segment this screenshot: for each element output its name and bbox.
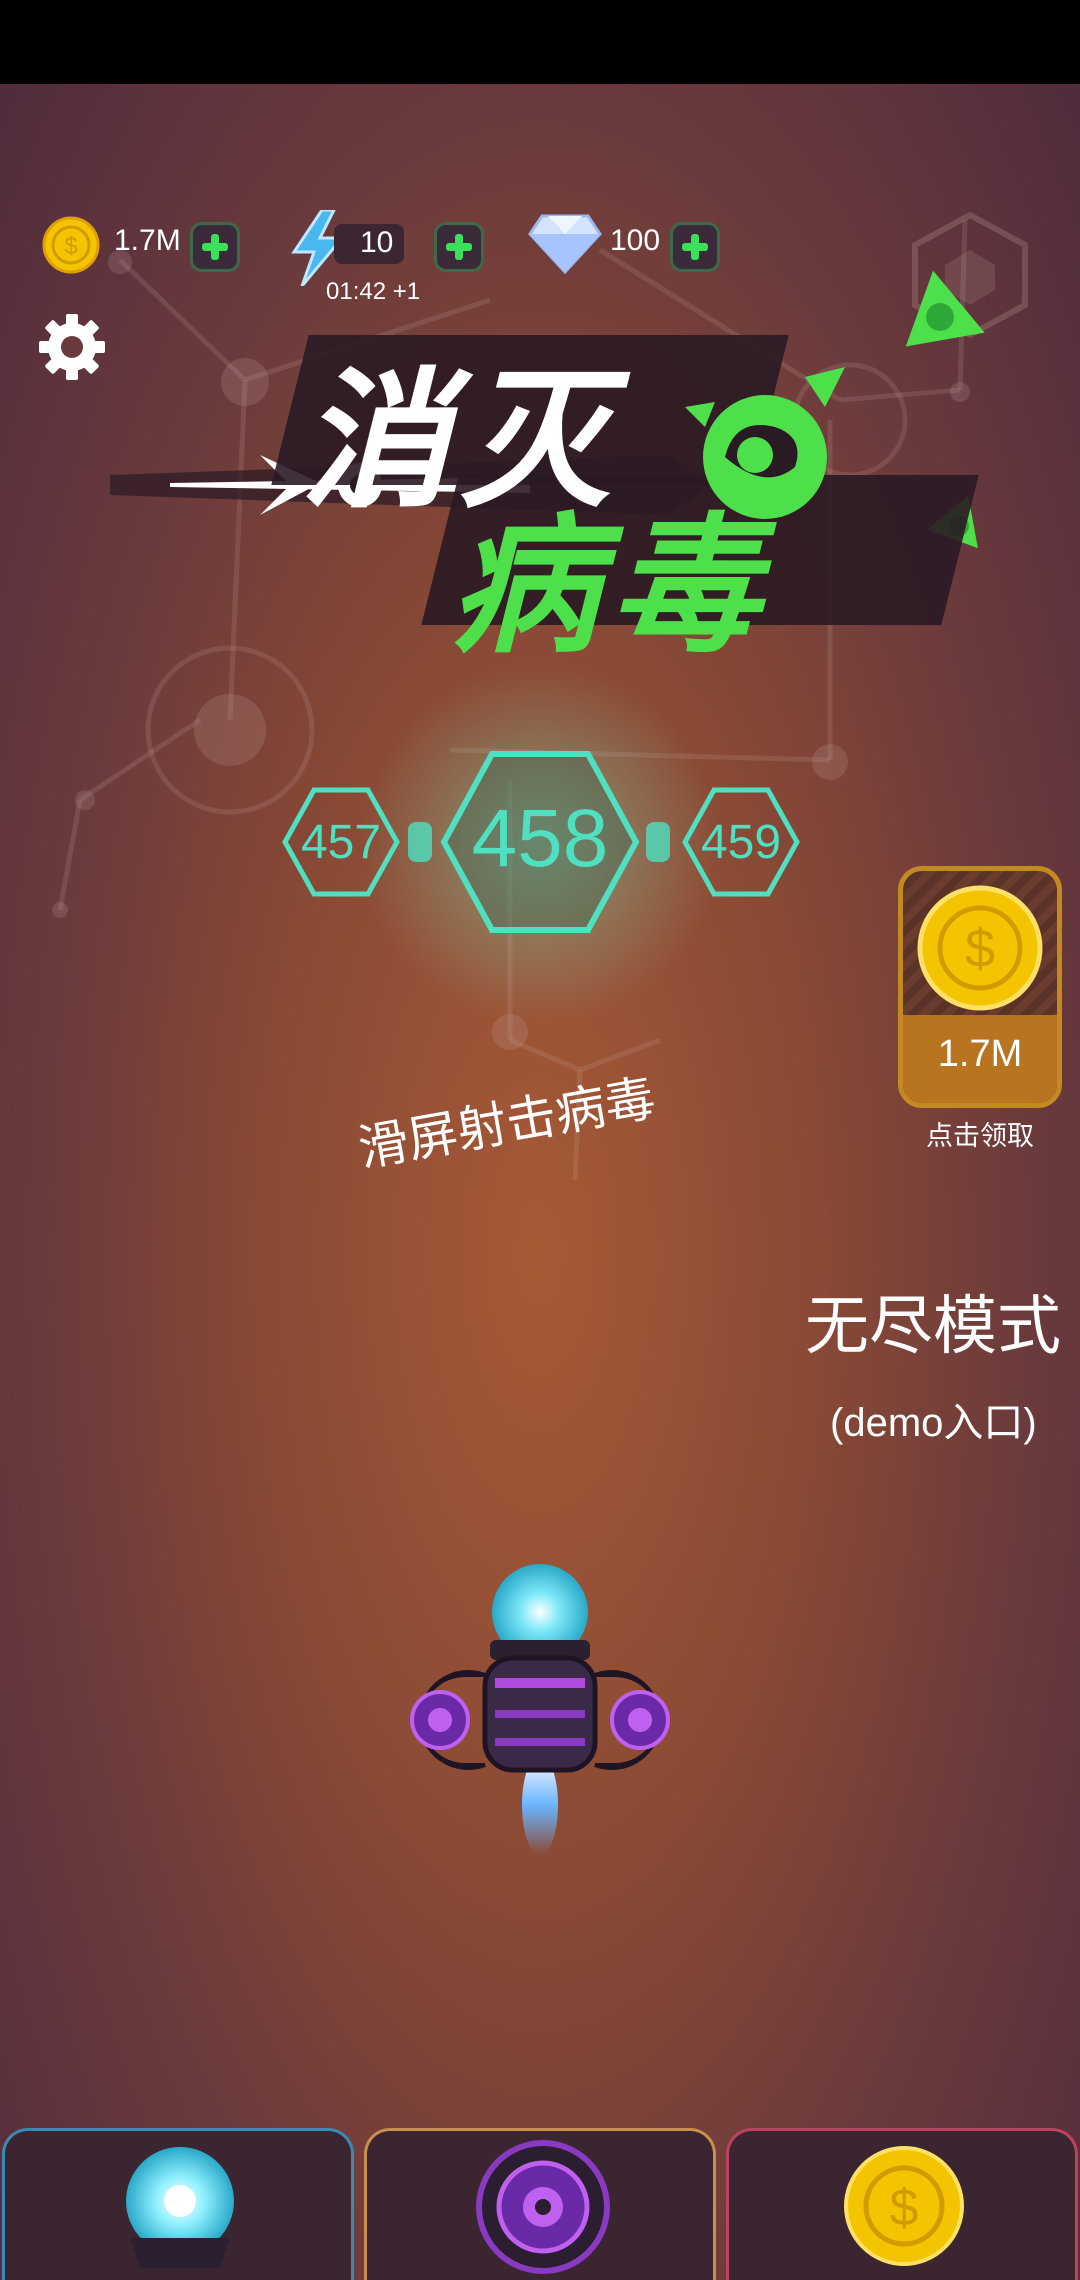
coin-resource: $ 1.7M	[42, 210, 242, 280]
endless-mode-subtitle[interactable]: (demo入口)	[830, 1390, 1037, 1448]
coin-icon: $	[917, 885, 1043, 1011]
level-connector	[408, 822, 432, 862]
gem-resource: 100	[528, 210, 738, 280]
bottom-tab-bar: $	[0, 2128, 1080, 2280]
svg-text:$: $	[64, 233, 77, 260]
game-logo: 消灭 病毒	[110, 325, 979, 675]
endless-mode-title[interactable]: 无尽模式	[805, 1275, 1061, 1367]
diamond-icon	[528, 214, 602, 274]
coin-icon: $	[42, 216, 100, 274]
gem-count: 100	[610, 224, 661, 257]
tab-ship[interactable]	[2, 2128, 354, 2280]
level-next[interactable]: 459	[682, 787, 800, 897]
coin-reward-amount: 1.7M	[937, 1033, 1023, 1075]
tab-shop[interactable]: $	[726, 2128, 1078, 2280]
svg-text:$: $	[965, 919, 995, 979]
level-prev-number: 457	[300, 816, 382, 869]
spaceship[interactable]	[390, 1560, 690, 1860]
coin-reward-card[interactable]: $ 1.7M	[898, 866, 1062, 1108]
svg-text:$: $	[890, 2179, 919, 2237]
energy-resource: 10 01:42 +1	[288, 210, 488, 320]
add-coins-button[interactable]	[190, 222, 240, 272]
coin-icon: $	[844, 2146, 964, 2266]
gear-icon[interactable]	[37, 312, 107, 382]
level-current[interactable]: 458	[440, 750, 640, 934]
add-energy-button[interactable]	[434, 222, 484, 272]
level-connector	[646, 822, 670, 862]
level-current-number: 458	[471, 793, 609, 884]
status-bar	[0, 0, 1080, 84]
level-prev[interactable]: 457	[282, 787, 400, 897]
tab-weapon[interactable]	[364, 2128, 716, 2280]
coin-count: 1.7M	[114, 224, 181, 257]
game-screen: { "resources": { "coins": "1.7M", "energ…	[0, 0, 1080, 2280]
ship-icon	[126, 2147, 234, 2268]
add-gems-button[interactable]	[670, 222, 720, 272]
virus-mascot-icon	[685, 367, 845, 519]
vortex-icon	[476, 2140, 610, 2274]
level-next-number: 459	[700, 816, 782, 869]
coin-reward-label: 点击领取	[926, 1121, 1034, 1152]
energy-timer: 01:42 +1	[326, 278, 421, 305]
energy-count: 10	[360, 226, 394, 259]
